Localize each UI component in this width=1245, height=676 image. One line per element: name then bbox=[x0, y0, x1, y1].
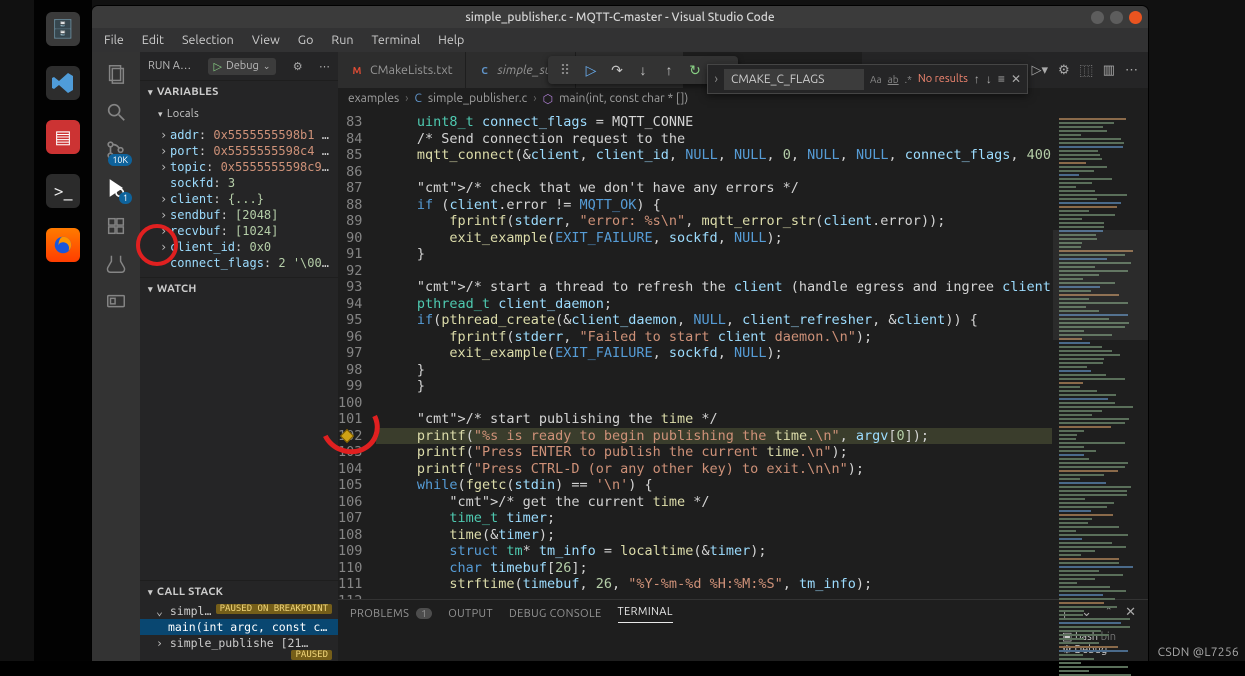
menu-run[interactable]: Run bbox=[323, 31, 361, 49]
find-next-button[interactable]: ↓ bbox=[986, 72, 992, 86]
find-prev-button[interactable]: ↑ bbox=[974, 72, 980, 86]
split-toolbar-icon[interactable]: ⿲ bbox=[1080, 61, 1093, 80]
testing-activity-icon[interactable] bbox=[102, 250, 130, 278]
run-view-title: RUN A… bbox=[148, 60, 191, 72]
find-in-selection-icon[interactable]: ≡ bbox=[998, 72, 1005, 86]
drag-handle-icon[interactable]: ⠿ bbox=[556, 62, 574, 79]
menubar: File Edit Selection View Go Run Terminal… bbox=[92, 28, 1148, 52]
minimap[interactable] bbox=[1052, 110, 1148, 599]
locals-section-title[interactable]: Locals bbox=[140, 103, 338, 125]
vscode-window: simple_publisher.c - MQTT-C-master - Vis… bbox=[92, 6, 1148, 661]
file-type-icon: C bbox=[478, 63, 492, 77]
remote-activity-icon[interactable] bbox=[102, 288, 130, 316]
callstack-section-title[interactable]: CALL STACK bbox=[140, 581, 338, 603]
variable-row[interactable]: › client_id: 0x0 bbox=[140, 239, 338, 255]
symbol-icon: ⬡ bbox=[543, 92, 553, 106]
menu-help[interactable]: Help bbox=[430, 31, 472, 49]
find-expand-icon[interactable]: › bbox=[714, 72, 718, 86]
variable-row[interactable]: connect_flags: 2 '\002' bbox=[140, 255, 338, 271]
launcher-app-3-icon[interactable]: ▤ bbox=[46, 120, 80, 154]
menu-go[interactable]: Go bbox=[290, 31, 322, 49]
terminal-app-icon[interactable]: >_ bbox=[46, 174, 80, 208]
gear-icon[interactable]: ⚙ bbox=[293, 60, 303, 73]
step-out-button[interactable]: ↑ bbox=[660, 62, 678, 78]
editor-tab[interactable]: MCMakeLists.txt bbox=[338, 52, 466, 88]
minimize-button[interactable] bbox=[1091, 11, 1104, 24]
maximize-button[interactable] bbox=[1110, 11, 1123, 24]
whole-word-icon[interactable]: ab bbox=[888, 74, 899, 85]
find-input[interactable] bbox=[724, 69, 864, 90]
run-toolbar-icon[interactable]: ▷▾ bbox=[1032, 63, 1049, 78]
run-debug-activity-icon[interactable]: 1 bbox=[102, 174, 130, 202]
find-widget[interactable]: › Aa ab .* No results ↑ ↓ ≡ ✕ bbox=[707, 64, 1028, 94]
callstack-frame[interactable]: main(int argc, const char ** … bbox=[140, 619, 338, 635]
panel-close-button[interactable]: ✕ bbox=[1125, 605, 1136, 624]
chevron-down-icon: ⌄ bbox=[263, 61, 271, 72]
variable-row[interactable]: › topic: 0x5555555598c9 "datet… bbox=[140, 159, 338, 175]
bottom-panel: PROBLEMS 1 OUTPUT DEBUG CONSOLE TERMINAL… bbox=[338, 599, 1148, 661]
continue-button[interactable]: ▷ bbox=[582, 62, 600, 79]
more-toolbar-icon[interactable]: ⋯ bbox=[1125, 63, 1138, 78]
line-gutter[interactable]: 8384858687888990919293949596979899100101… bbox=[338, 110, 372, 599]
debug-config-label: Debug bbox=[226, 60, 259, 72]
variable-row[interactable]: › port: 0x5555555598c4 "1883" bbox=[140, 143, 338, 159]
play-icon: ▷ bbox=[214, 60, 222, 73]
activitybar: 10K 1 bbox=[92, 52, 140, 661]
extensions-activity-icon[interactable] bbox=[102, 212, 130, 240]
panel-tab-output[interactable]: OUTPUT bbox=[448, 608, 493, 620]
regex-icon[interactable]: .* bbox=[905, 74, 912, 85]
menu-file[interactable]: File bbox=[96, 31, 132, 49]
layout-toolbar-icon[interactable]: ▥ bbox=[1103, 63, 1115, 78]
scm-activity-icon[interactable]: 10K bbox=[102, 136, 130, 164]
callstack-process[interactable]: › simple_publishe [21… PAUSED bbox=[140, 635, 338, 661]
variables-list: › addr: 0x5555555598b1 "test.m…› port: 0… bbox=[140, 125, 338, 277]
vscode-app-icon[interactable] bbox=[46, 66, 80, 100]
scm-badge: 10K bbox=[108, 154, 132, 166]
c-file-icon: C bbox=[415, 92, 422, 105]
panel-tab-debug-console[interactable]: DEBUG CONSOLE bbox=[509, 608, 602, 620]
more-icon[interactable]: ⋯ bbox=[319, 60, 330, 73]
menu-selection[interactable]: Selection bbox=[174, 31, 242, 49]
variable-row[interactable]: › sendbuf: [2048] bbox=[140, 207, 338, 223]
variable-row[interactable]: › client: {...} bbox=[140, 191, 338, 207]
breadcrumb-seg-2[interactable]: simple_publisher.c bbox=[428, 92, 527, 105]
variables-section-title[interactable]: VARIABLES bbox=[140, 81, 338, 103]
explorer-activity-icon[interactable] bbox=[102, 60, 130, 88]
code-editor[interactable]: 8384858687888990919293949596979899100101… bbox=[338, 110, 1052, 599]
search-activity-icon[interactable] bbox=[102, 98, 130, 126]
find-results-label: No results bbox=[918, 73, 968, 85]
titlebar: simple_publisher.c - MQTT-C-master - Vis… bbox=[92, 6, 1148, 28]
restart-button[interactable]: ↻ bbox=[686, 62, 704, 79]
window-title: simple_publisher.c - MQTT-C-master - Vis… bbox=[465, 11, 774, 24]
panel-tab-terminal[interactable]: TERMINAL bbox=[618, 606, 673, 623]
terminal-list: ▣ bash bin ⚙ Debug bbox=[1058, 628, 1148, 661]
breadcrumb-seg-1[interactable]: examples bbox=[348, 92, 399, 105]
debug-badge: 1 bbox=[119, 192, 132, 204]
file-type-icon: M bbox=[350, 63, 364, 77]
match-case-icon[interactable]: Aa bbox=[870, 74, 882, 85]
settings-toolbar-icon[interactable]: ⚙ bbox=[1058, 63, 1070, 78]
firefox-app-icon[interactable] bbox=[46, 228, 80, 262]
callstack-thread[interactable]: ⌄ simpl… PAUSED ON BREAKPOINT bbox=[140, 603, 338, 619]
editor-area: MCMakeLists.txtCsimple_su…{}launch.jsonC… bbox=[338, 52, 1148, 661]
menu-terminal[interactable]: Terminal bbox=[363, 31, 428, 49]
step-over-button[interactable]: ↷ bbox=[608, 62, 626, 79]
variable-row[interactable]: › recvbuf: [1024] bbox=[140, 223, 338, 239]
debug-config-selector[interactable]: ▷ Debug ⌄ bbox=[208, 58, 277, 75]
watermark: CSDN @L7256 bbox=[1158, 646, 1239, 659]
close-window-button[interactable] bbox=[1129, 11, 1142, 24]
sidebar: RUN A… ▷ Debug ⌄ ⚙ ⋯ VARIABLES Locals › … bbox=[140, 52, 338, 661]
menu-edit[interactable]: Edit bbox=[134, 31, 172, 49]
step-into-button[interactable]: ↓ bbox=[634, 62, 652, 78]
code-content[interactable]: uint8_t connect_flags = MQTT_CONNE /* Se… bbox=[372, 110, 1052, 599]
find-close-button[interactable]: ✕ bbox=[1011, 72, 1021, 86]
panel-tab-problems[interactable]: PROBLEMS 1 bbox=[350, 608, 432, 620]
menu-view[interactable]: View bbox=[244, 31, 288, 49]
variable-row[interactable]: sockfd: 3 bbox=[140, 175, 338, 191]
breadcrumb-seg-3[interactable]: main(int, const char * []) bbox=[559, 92, 688, 105]
variable-row[interactable]: › addr: 0x5555555598b1 "test.m… bbox=[140, 127, 338, 143]
watch-section-title[interactable]: WATCH bbox=[140, 278, 338, 300]
files-app-icon[interactable]: 🗄️ bbox=[46, 12, 80, 46]
